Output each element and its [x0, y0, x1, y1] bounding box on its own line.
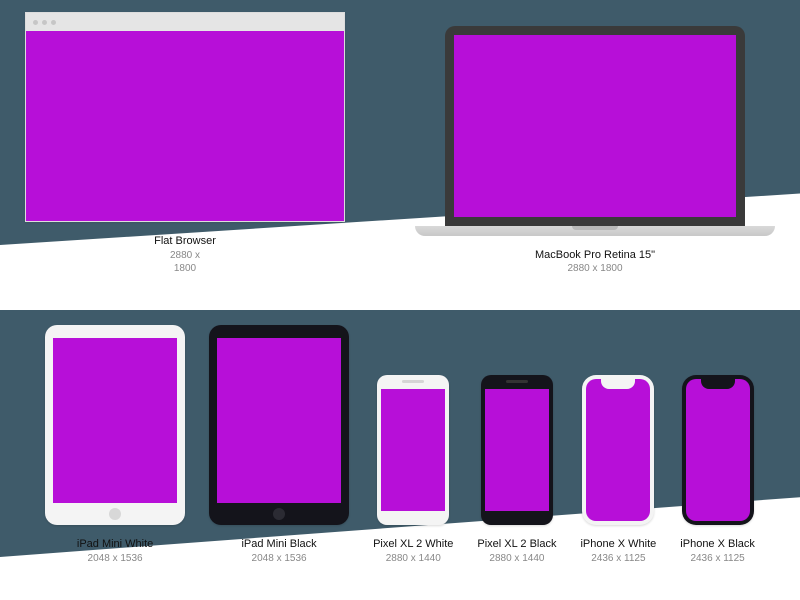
- mockup-pixel-xl2-black: [481, 375, 553, 525]
- caption-ipad-mini-white: iPad Mini White 2048 x 1536: [77, 537, 153, 565]
- iphonex-screen-area: [586, 379, 650, 521]
- ipad-screen-area: [217, 338, 341, 503]
- device-name: Flat Browser: [154, 235, 216, 247]
- window-dot-icon: [51, 20, 56, 25]
- device-name: iPad Mini White: [77, 538, 153, 550]
- pixel-screen-area: [485, 389, 549, 511]
- device-resolution: 2048 x 1536: [241, 552, 316, 566]
- mockup-ipad-mini-white: [45, 325, 185, 525]
- macbook-bezel: [445, 26, 745, 226]
- caption-pixel-xl2-white: Pixel XL 2 White 2880 x 1440: [373, 537, 453, 565]
- iphonex-screen-area: [686, 379, 750, 521]
- device-name: MacBook Pro Retina 15": [535, 249, 655, 261]
- cell-ipad-mini-white: iPad Mini White 2048 x 1536: [45, 325, 185, 565]
- cell-iphone-x-white: iPhone X White 2436 x 1125: [580, 375, 656, 565]
- row-mobile-mockups: iPad Mini White 2048 x 1536 iPad Mini Bl…: [0, 325, 800, 565]
- caption-ipad-mini-black: iPad Mini Black 2048 x 1536: [241, 537, 316, 565]
- device-resolution: 2880 x 1440: [477, 552, 556, 566]
- cell-ipad-mini-black: iPad Mini Black 2048 x 1536: [209, 325, 349, 565]
- device-resolution: 2436 x 1125: [580, 552, 656, 566]
- macbook-screen-area: [454, 35, 736, 217]
- device-name: Pixel XL 2 White: [373, 538, 453, 550]
- mockup-flat-browser: [25, 12, 345, 222]
- window-dot-icon: [42, 20, 47, 25]
- device-resolution: 2436 x 1125: [680, 552, 755, 566]
- device-resolution: 2880 x 1800: [535, 262, 655, 276]
- device-resolution: 2048 x 1536: [77, 552, 153, 566]
- cell-flat-browser: Flat Browser 2880 x 1800: [25, 12, 345, 276]
- home-button-icon: [109, 508, 121, 520]
- cell-pixel-xl2-black: Pixel XL 2 Black 2880 x 1440: [477, 375, 556, 565]
- device-resolution: 2880 x 1440: [373, 552, 453, 566]
- mockup-macbook: [415, 26, 775, 236]
- pixel-screen-area: [381, 389, 445, 511]
- home-button-icon: [273, 508, 285, 520]
- device-name: iPhone X Black: [680, 538, 755, 550]
- macbook-hinge-notch-icon: [572, 226, 618, 230]
- window-dot-icon: [33, 20, 38, 25]
- device-resolution: 2880 x: [154, 249, 216, 263]
- row-desktop-mockups: Flat Browser 2880 x 1800 MacBook Pro Ret…: [0, 12, 800, 276]
- macbook-base: [415, 226, 775, 236]
- caption-macbook: MacBook Pro Retina 15" 2880 x 1800: [535, 248, 655, 276]
- caption-pixel-xl2-black: Pixel XL 2 Black 2880 x 1440: [477, 537, 556, 565]
- device-name: Pixel XL 2 Black: [477, 538, 556, 550]
- caption-iphone-x-black: iPhone X Black 2436 x 1125: [680, 537, 755, 565]
- mockup-ipad-mini-black: [209, 325, 349, 525]
- cell-macbook: MacBook Pro Retina 15" 2880 x 1800: [415, 26, 775, 276]
- speaker-icon: [402, 380, 424, 383]
- notch-icon: [701, 379, 735, 389]
- device-resolution-line2: 1800: [154, 262, 216, 276]
- cell-pixel-xl2-white: Pixel XL 2 White 2880 x 1440: [373, 375, 453, 565]
- ipad-screen-area: [53, 338, 177, 503]
- device-name: iPhone X White: [580, 538, 656, 550]
- browser-screen-area: [26, 31, 344, 221]
- notch-icon: [601, 379, 635, 389]
- speaker-icon: [506, 380, 528, 383]
- mockup-iphone-x-white: [582, 375, 654, 525]
- mockup-pixel-xl2-white: [377, 375, 449, 525]
- cell-iphone-x-black: iPhone X Black 2436 x 1125: [680, 375, 755, 565]
- device-name: iPad Mini Black: [241, 538, 316, 550]
- browser-title-bar: [26, 13, 344, 31]
- caption-iphone-x-white: iPhone X White 2436 x 1125: [580, 537, 656, 565]
- mockup-iphone-x-black: [682, 375, 754, 525]
- caption-flat-browser: Flat Browser 2880 x 1800: [154, 234, 216, 276]
